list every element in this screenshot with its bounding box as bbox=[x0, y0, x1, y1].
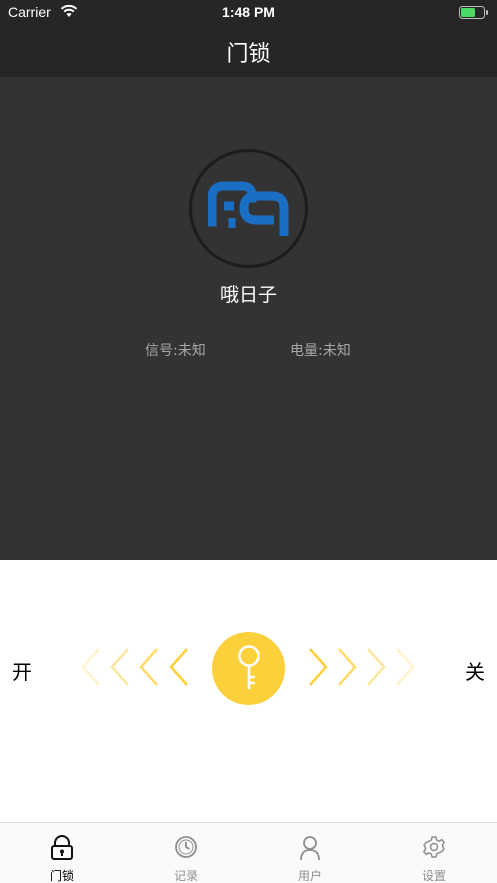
lock-icon bbox=[51, 835, 73, 860]
page-title: 门锁 bbox=[226, 42, 271, 67]
device-panel: 哦日子 信号:未知 电量:未知 bbox=[0, 77, 497, 560]
clock-icon bbox=[175, 836, 197, 858]
tab-users-label: 用户 bbox=[297, 869, 322, 883]
chevron-right-icon bbox=[338, 648, 357, 686]
tab-settings-label: 设置 bbox=[421, 869, 446, 883]
device-name: 哦日子 bbox=[219, 284, 277, 306]
status-bar: Carrier 1:48 PM bbox=[0, 0, 497, 26]
signal-status: 信号:未知 bbox=[145, 343, 206, 359]
lock-control: 开 关 bbox=[0, 560, 497, 822]
chevron-left-icon bbox=[81, 648, 100, 686]
chevron-right-icon bbox=[367, 648, 386, 686]
tab-lock-label: 门锁 bbox=[49, 869, 74, 883]
tab-settings[interactable]: 设置 bbox=[372, 823, 496, 883]
chevron-right-icon bbox=[396, 648, 415, 686]
tab-bar: 门锁 记录 用户 设置 bbox=[0, 822, 497, 883]
battery-status: 电量:未知 bbox=[290, 343, 351, 359]
user-icon bbox=[300, 836, 320, 861]
open-label: 开 bbox=[12, 660, 32, 684]
chevron-right-icon bbox=[309, 648, 328, 686]
tab-lock[interactable]: 门锁 bbox=[0, 823, 124, 883]
chevron-left-icon bbox=[110, 648, 129, 686]
gear-icon bbox=[423, 836, 445, 858]
clock-time: 1:48 PM bbox=[222, 4, 275, 20]
close-label: 关 bbox=[465, 660, 485, 684]
navigation-bar: 门锁 bbox=[0, 26, 497, 77]
key-icon bbox=[238, 645, 260, 689]
brand-logo-icon bbox=[208, 181, 289, 236]
battery-icon bbox=[459, 6, 488, 19]
chevron-left-icon bbox=[139, 648, 158, 686]
chevron-left-icon bbox=[169, 648, 188, 686]
tab-records-label: 记录 bbox=[173, 869, 198, 883]
unlock-slider-knob[interactable] bbox=[212, 632, 285, 705]
device-avatar[interactable] bbox=[189, 149, 308, 268]
tab-records[interactable]: 记录 bbox=[124, 823, 248, 883]
tab-users[interactable]: 用户 bbox=[248, 823, 372, 883]
